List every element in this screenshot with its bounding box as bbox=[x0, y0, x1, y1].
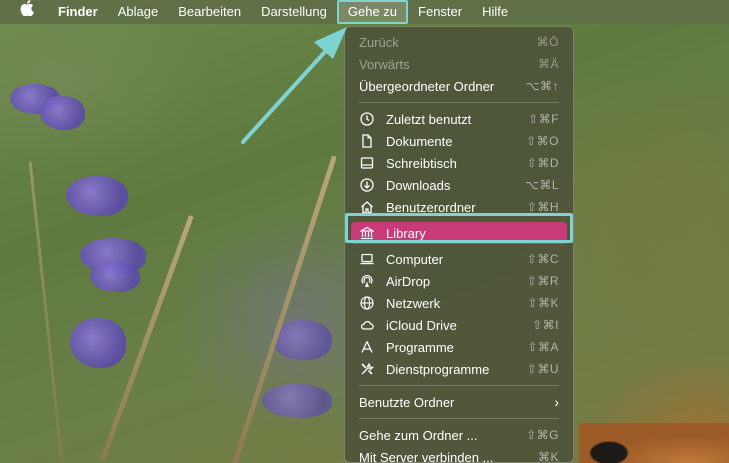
gehe-zu-dropdown: Zurück ⌘Ö Vorwärts ⌘Ä Übergeordneter Ord… bbox=[344, 26, 574, 463]
menu-item-label: Schreibtisch bbox=[386, 155, 457, 171]
menu-item-label: Zurück bbox=[359, 34, 399, 50]
computer-icon bbox=[359, 251, 375, 267]
menu-separator bbox=[359, 418, 559, 419]
menu-item-shortcut: ⌘K bbox=[537, 450, 559, 463]
menu-item-shortcut: ⇧⌘A bbox=[527, 340, 559, 354]
menu-item-label: Dienstprogramme bbox=[386, 361, 490, 377]
applications-icon bbox=[359, 339, 375, 355]
menu-ablage[interactable]: Ablage bbox=[108, 0, 168, 24]
menu-bearbeiten[interactable]: Bearbeiten bbox=[168, 0, 251, 24]
menu-bar: Finder Ablage Bearbeiten Darstellung Geh… bbox=[0, 0, 729, 24]
fox-image bbox=[579, 423, 729, 463]
menu-gehe-zu[interactable]: Gehe zu bbox=[336, 0, 409, 24]
menu-item-label: Mit Server verbinden ... bbox=[359, 449, 494, 463]
menu-item-label: Übergeordneter Ordner bbox=[359, 78, 495, 94]
menu-item-shortcut: ⇧⌘D bbox=[526, 156, 559, 170]
network-icon bbox=[359, 295, 375, 311]
menu-item-computer[interactable]: Computer ⇧⌘C bbox=[351, 248, 567, 270]
menu-item-netzwerk[interactable]: Netzwerk ⇧⌘K bbox=[351, 292, 567, 314]
menu-item-label: Computer bbox=[386, 251, 444, 267]
menu-item-dienstprogramme[interactable]: Dienstprogramme ⇧⌘U bbox=[351, 358, 567, 380]
menu-darstellung[interactable]: Darstellung bbox=[251, 0, 337, 24]
menu-item-downloads[interactable]: Downloads ⌥⌘L bbox=[351, 174, 567, 196]
document-icon bbox=[359, 133, 375, 149]
utilities-icon bbox=[359, 361, 375, 377]
menu-item-label: Dokumente bbox=[386, 133, 453, 149]
menu-item-label: AirDrop bbox=[386, 273, 431, 289]
menu-item-label: Programme bbox=[386, 339, 454, 355]
menu-item-label: Gehe zum Ordner ... bbox=[359, 427, 478, 443]
desktop-icon bbox=[359, 155, 375, 171]
menu-item-shortcut: ⇧⌘O bbox=[526, 134, 559, 148]
menu-item-shortcut: ⇧⌘C bbox=[526, 252, 559, 266]
menu-item-icloud-drive[interactable]: iCloud Drive ⇧⌘I bbox=[351, 314, 567, 336]
menu-item-shortcut: ⇧⌘R bbox=[526, 274, 559, 288]
menu-item-schreibtisch[interactable]: Schreibtisch ⇧⌘D bbox=[351, 152, 567, 174]
menu-item-shortcut: ⇧⌘F bbox=[528, 112, 559, 126]
menu-item-shortcut: ⇧⌘K bbox=[527, 296, 559, 310]
menu-item-shortcut: ⌥⌘↑ bbox=[525, 79, 559, 93]
menu-item-label: Zuletzt benutzt bbox=[386, 111, 472, 127]
menu-item-shortcut: ⇧⌘U bbox=[526, 362, 559, 376]
menu-item-label: Downloads bbox=[386, 177, 451, 193]
menu-item-benutzte-ordner[interactable]: Benutzte Ordner › bbox=[351, 391, 567, 413]
clock-icon bbox=[359, 111, 375, 127]
menu-item-zurueck[interactable]: Zurück ⌘Ö bbox=[351, 31, 567, 53]
menu-item-label: Netzwerk bbox=[386, 295, 441, 311]
menu-separator bbox=[359, 385, 559, 386]
menu-item-label: Vorwärts bbox=[359, 56, 410, 72]
airdrop-icon bbox=[359, 273, 375, 289]
menu-item-uebergeordneter-ordner[interactable]: Übergeordneter Ordner ⌥⌘↑ bbox=[351, 75, 567, 97]
menu-item-shortcut: ⌘Ä bbox=[537, 57, 559, 71]
menu-item-gehe-zum-ordner[interactable]: Gehe zum Ordner ... ⇧⌘G bbox=[351, 424, 567, 446]
menu-item-mit-server-verbinden[interactable]: Mit Server verbinden ... ⌘K bbox=[351, 446, 567, 463]
menu-item-label: Benutzte Ordner bbox=[359, 394, 455, 410]
menu-item-vorwaerts[interactable]: Vorwärts ⌘Ä bbox=[351, 53, 567, 75]
menu-item-shortcut: ⌘Ö bbox=[536, 35, 559, 49]
annotation-highlight-frame bbox=[345, 213, 573, 243]
menu-item-label: iCloud Drive bbox=[386, 317, 457, 333]
menu-item-shortcut: ⇧⌘I bbox=[532, 318, 559, 332]
menu-finder[interactable]: Finder bbox=[48, 0, 108, 24]
menu-item-dokumente[interactable]: Dokumente ⇧⌘O bbox=[351, 130, 567, 152]
menu-item-shortcut: ⇧⌘G bbox=[526, 428, 559, 442]
chevron-right-icon: › bbox=[554, 394, 559, 410]
menu-fenster[interactable]: Fenster bbox=[408, 0, 472, 24]
menu-separator bbox=[359, 102, 559, 103]
menu-item-zuletzt-benutzt[interactable]: Zuletzt benutzt ⇧⌘F bbox=[351, 108, 567, 130]
icloud-icon bbox=[359, 317, 375, 333]
menu-item-programme[interactable]: Programme ⇧⌘A bbox=[351, 336, 567, 358]
menu-hilfe[interactable]: Hilfe bbox=[472, 0, 518, 24]
menu-item-shortcut: ⌥⌘L bbox=[524, 178, 559, 192]
menu-item-airdrop[interactable]: AirDrop ⇧⌘R bbox=[351, 270, 567, 292]
apple-menu-icon[interactable] bbox=[0, 0, 48, 24]
menu-item-shortcut: ⇧⌘H bbox=[526, 200, 559, 214]
download-icon bbox=[359, 177, 375, 193]
